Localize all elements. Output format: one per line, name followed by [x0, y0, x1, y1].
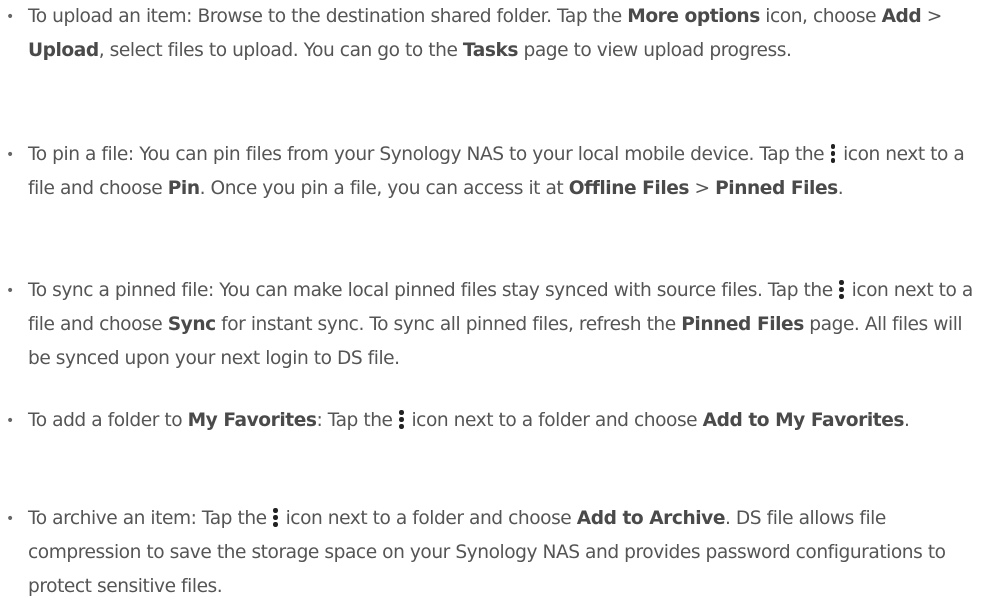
more-vertical-icon — [272, 506, 278, 528]
ui-term-sync: Sync — [167, 314, 216, 335]
text: : Tap the — [316, 410, 398, 431]
bullet-dot: • — [6, 9, 14, 25]
text: . — [903, 410, 910, 431]
list-item-sync: • To sync a pinned file: You can make lo… — [0, 274, 980, 376]
more-vertical-icon — [398, 408, 404, 430]
bullet-dot: • — [6, 283, 14, 299]
bullet-dot: • — [6, 413, 14, 429]
list-item-pin: • To pin a file: You can pin files from … — [0, 138, 980, 206]
text: To sync a pinned file: You can make loca… — [28, 280, 839, 301]
ui-term-pinned-files: Pinned Files — [681, 314, 804, 335]
text: To add a folder to — [28, 410, 188, 431]
ui-term-upload: Upload — [28, 40, 99, 61]
ui-term-pin: Pin — [167, 178, 200, 199]
text: To archive an item: Tap the — [28, 508, 273, 529]
list-item-upload: • To upload an item: Browse to the desti… — [0, 0, 980, 68]
ui-term-my-favorites: My Favorites — [187, 410, 317, 431]
text: > — [921, 6, 943, 27]
ui-term-more-options: More options — [627, 6, 760, 27]
text: > — [689, 178, 716, 199]
text: . — [837, 178, 844, 199]
bullet-dot: • — [6, 147, 14, 163]
ui-term-tasks: Tasks — [462, 40, 519, 61]
list-item-text: To pin a file: You can pin files from yo… — [0, 138, 980, 206]
text: To pin a file: You can pin files from yo… — [28, 144, 830, 165]
text: icon, choose — [759, 6, 882, 27]
document: • To upload an item: Browse to the desti… — [0, 0, 996, 603]
text: page to view upload progress. — [518, 40, 792, 61]
ui-term-add-to-archive: Add to Archive — [576, 508, 726, 529]
text: . Once you pin a file, you can access it… — [199, 178, 569, 199]
text: icon next to a folder and choose — [406, 410, 703, 431]
list-item-text: To upload an item: Browse to the destina… — [0, 0, 980, 68]
more-vertical-icon — [838, 278, 844, 300]
ui-term-add-to-my-favorites: Add to My Favorites — [702, 410, 905, 431]
list-item-text: To sync a pinned file: You can make loca… — [0, 274, 980, 376]
text: for instant sync. To sync all pinned fil… — [215, 314, 682, 335]
ui-term-offline-files: Offline Files — [568, 178, 690, 199]
list-item-favorites: • To add a folder to My Favorites: Tap t… — [0, 404, 980, 438]
ui-term-add: Add — [881, 6, 922, 27]
more-vertical-icon — [830, 142, 836, 164]
bullet-dot: • — [6, 511, 14, 527]
text: , select files to upload. You can go to … — [98, 40, 463, 61]
text: To upload an item: Browse to the destina… — [28, 6, 628, 27]
ui-term-pinned-files: Pinned Files — [715, 178, 838, 199]
text: icon next to a folder and choose — [280, 508, 577, 529]
list-item-text: To archive an item: Tap the icon next to… — [0, 502, 980, 604]
list-item-archive: • To archive an item: Tap the icon next … — [0, 502, 980, 604]
list-item-text: To add a folder to My Favorites: Tap the… — [0, 404, 980, 438]
